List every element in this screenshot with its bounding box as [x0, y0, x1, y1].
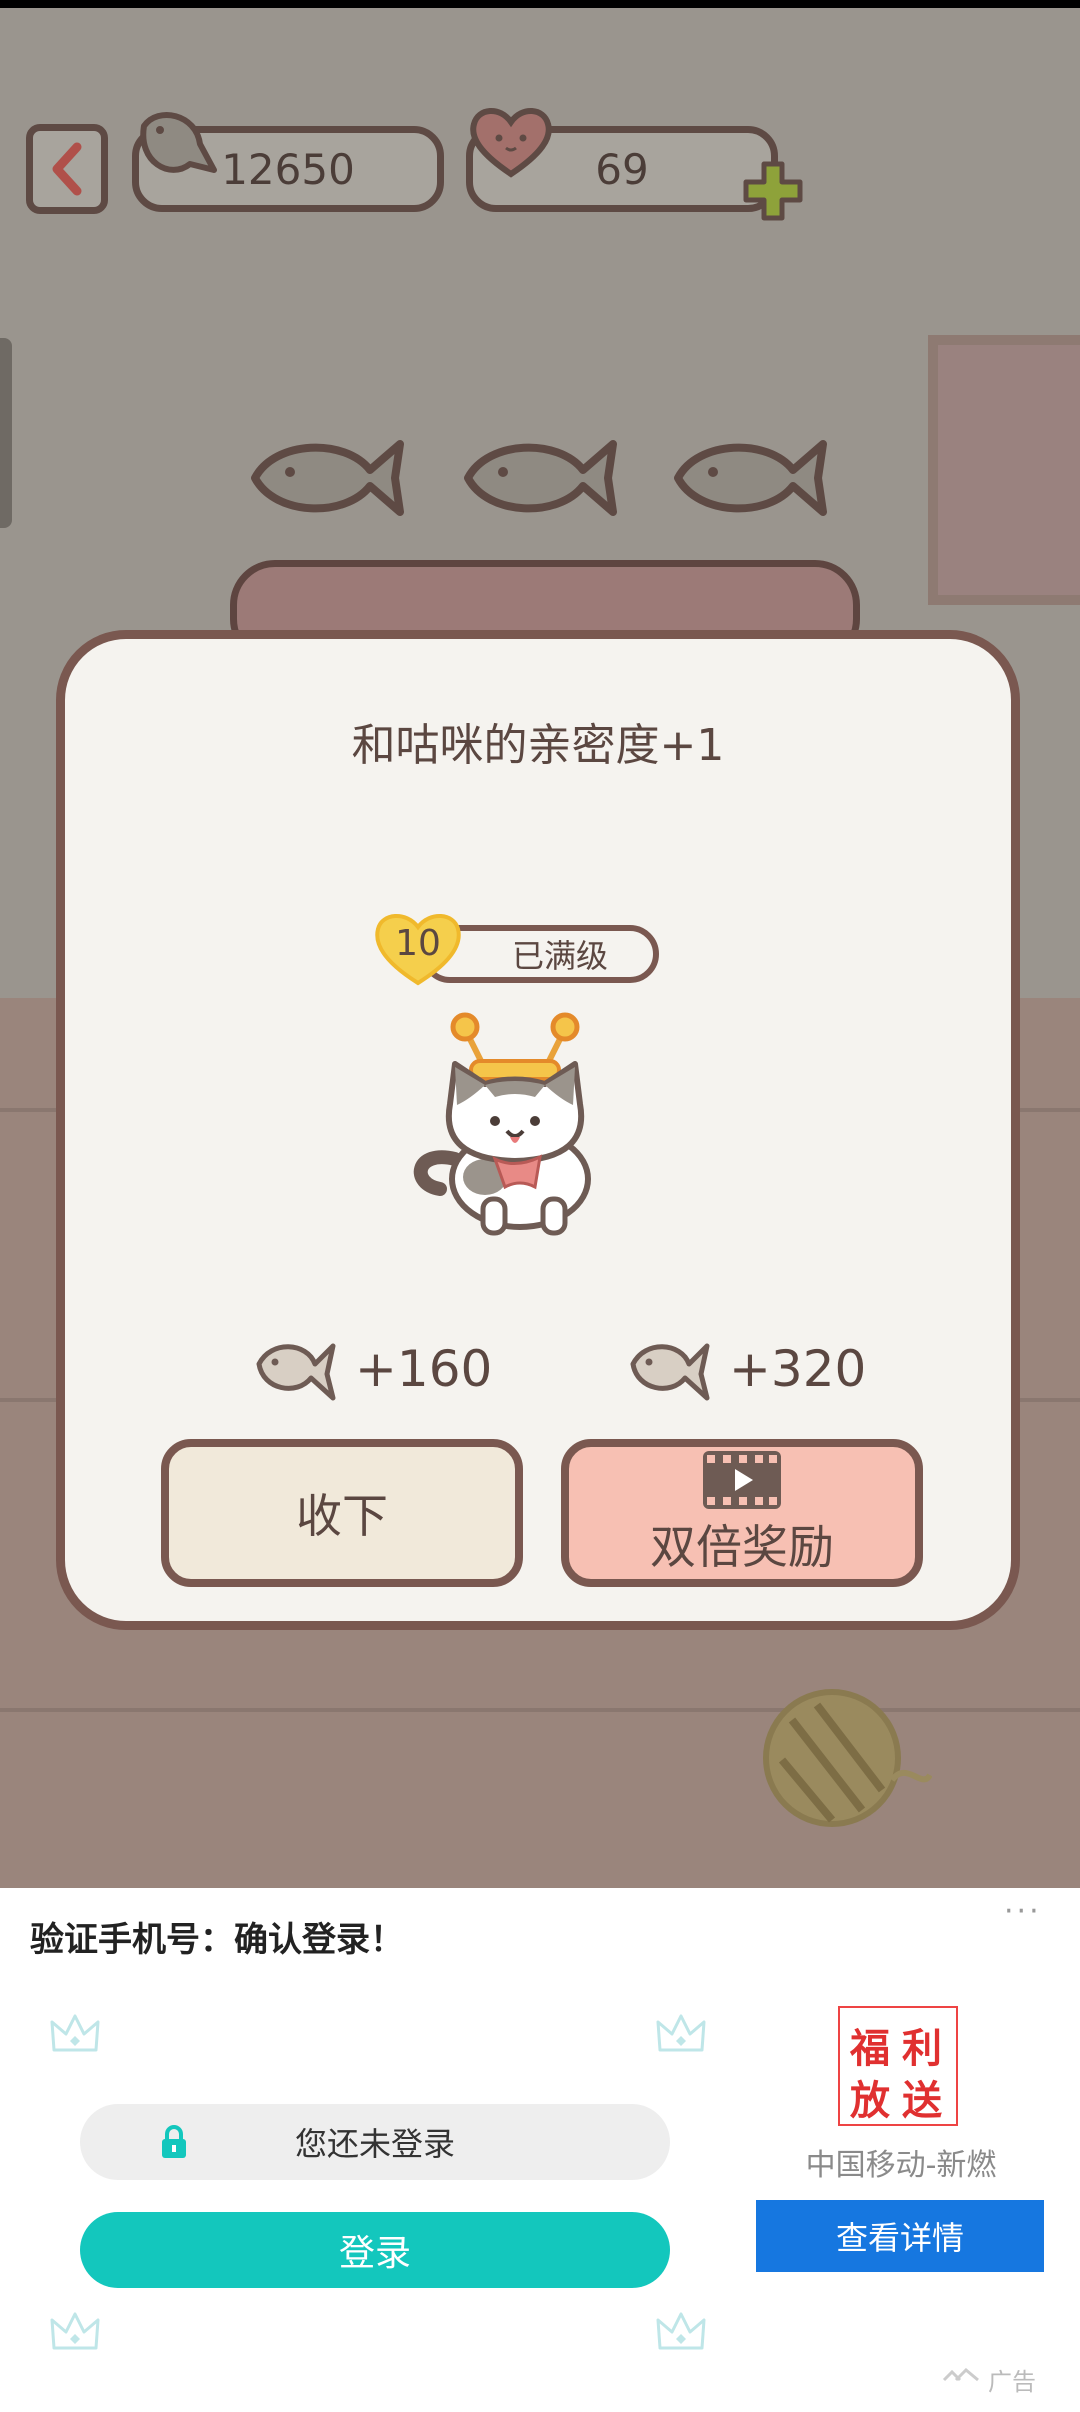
side-drawer-handle[interactable] [0, 338, 12, 528]
login-button-label: 登录 [338, 2233, 411, 2274]
crown-icon [656, 2014, 706, 2052]
logo-char: 福 [850, 2025, 890, 2072]
reward-normal: +160 [253, 1334, 492, 1404]
ad-title: 验证手机号：确认登录！ [30, 1920, 404, 1960]
cat-character-icon [413, 1012, 591, 1236]
lock-icon [162, 2125, 186, 2158]
fish-icon [630, 1343, 710, 1401]
ad-logo: 福 利 放 送 [838, 2006, 958, 2126]
heart-count: 69 [595, 144, 649, 194]
reward-double-amount: +320 [729, 1340, 867, 1398]
fish-icon [674, 440, 827, 516]
view-details-button[interactable]: 查看详情 [756, 2200, 1044, 2272]
logo-char: 送 [902, 2077, 942, 2124]
fish-icon [256, 1343, 336, 1401]
fish-icon [140, 112, 217, 173]
crown-icon [50, 2014, 100, 2052]
more-options-icon[interactable]: ··· [1004, 1894, 1042, 1929]
dialog-title: 和咕咪的亲密度+1 [351, 720, 725, 771]
ad-network-icon [942, 2368, 979, 2382]
ad-label: 广告 [988, 2368, 1036, 2396]
login-hint-text: 您还未登录 [294, 2125, 455, 2163]
reward-normal-amount: +160 [355, 1340, 493, 1398]
view-details-label: 查看详情 [835, 2219, 964, 2257]
wall-picture-frame [928, 335, 1080, 605]
login-status-field: 您还未登录 [80, 2104, 670, 2180]
logo-char: 利 [902, 2025, 942, 2072]
double-reward-button[interactable]: 双倍奖励 [561, 1439, 923, 1587]
heart-icon [470, 108, 552, 178]
reward-double: +320 [627, 1334, 866, 1404]
logo-char: 放 [850, 2077, 890, 2124]
fish-icon [464, 440, 617, 516]
add-hearts-button[interactable] [740, 158, 806, 224]
yarn-ball-icon [763, 1689, 932, 1827]
status-bar [0, 0, 1080, 8]
fish-count: 12650 [221, 144, 355, 194]
level-number: 10 [395, 923, 441, 964]
intimacy-reward-dialog: 和咕咪的亲密度+1 已满级 10 +160 +320 收下 双倍奖励 [56, 630, 1020, 1630]
double-reward-label: 双倍奖励 [650, 1520, 834, 1574]
ad-sponsor: 中国移动-新燃 [805, 2148, 997, 2183]
collect-button-label: 收下 [296, 1489, 388, 1543]
login-button[interactable]: 登录 [80, 2212, 670, 2288]
chevron-left-icon [52, 142, 82, 196]
crown-icon [656, 2312, 706, 2350]
ad-banner: 验证手机号：确认登录！ ··· 您还未登录 登录 福 利 放 送 中国移动-新燃… [0, 1888, 1080, 2412]
crown-icon [50, 2312, 100, 2350]
collect-button[interactable]: 收下 [161, 1439, 523, 1587]
fish-icon [251, 440, 404, 516]
back-button[interactable] [26, 124, 108, 214]
level-status-text: 已满级 [511, 937, 608, 975]
video-play-icon [703, 1451, 781, 1509]
